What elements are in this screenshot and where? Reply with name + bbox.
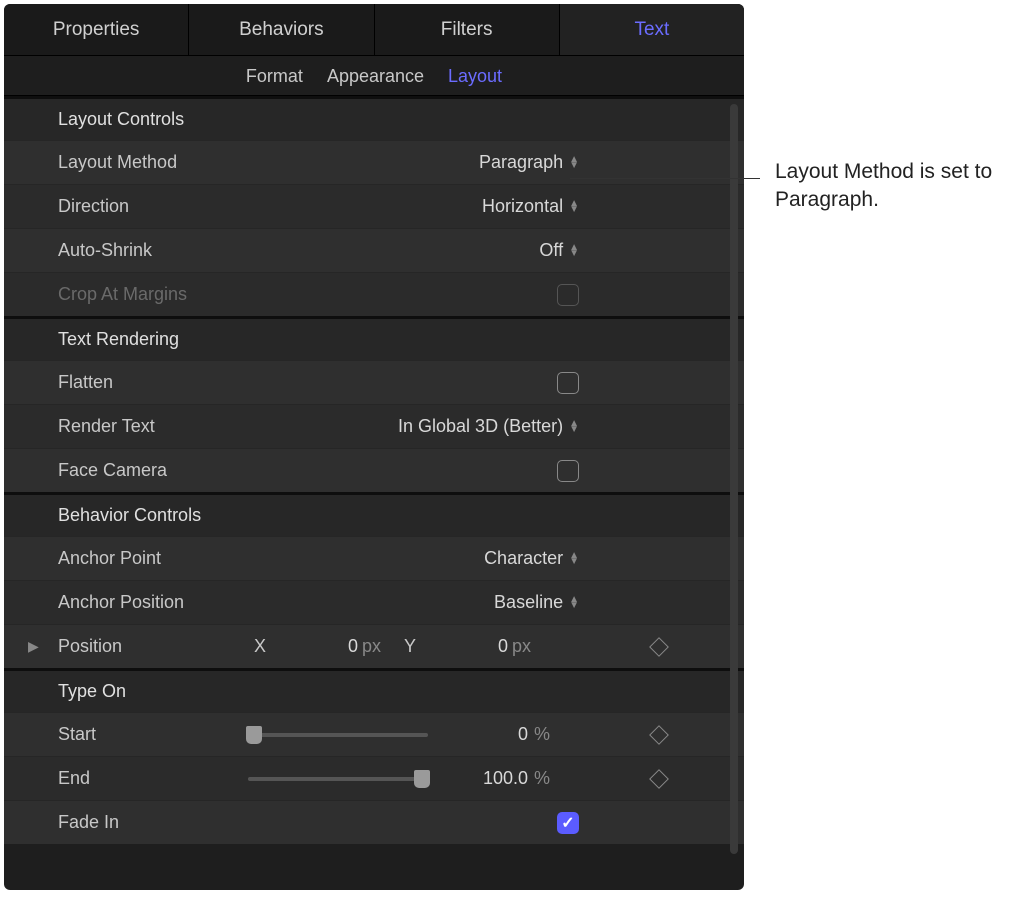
- disclosure-icon[interactable]: ▶: [28, 638, 39, 655]
- callout-line: [570, 178, 760, 179]
- fade-in-checkbox[interactable]: [557, 812, 579, 834]
- callout-text: Layout Method is set to Paragraph.: [775, 158, 1005, 215]
- updown-icon: ▲▼: [569, 597, 579, 609]
- direction-dropdown[interactable]: Horizontal ▲▼: [482, 196, 579, 217]
- face-camera-label: Face Camera: [58, 460, 248, 481]
- updown-icon: ▲▼: [569, 157, 579, 169]
- face-camera-checkbox[interactable]: [557, 460, 579, 482]
- render-text-label: Render Text: [58, 416, 248, 437]
- flatten-label: Flatten: [58, 372, 248, 393]
- y-value[interactable]: 0: [422, 636, 512, 657]
- tab-behaviors[interactable]: Behaviors: [189, 4, 374, 55]
- section-type-on: Type On: [4, 671, 744, 712]
- row-start: Start 0 %: [4, 712, 744, 756]
- keyframe-icon[interactable]: [649, 769, 669, 789]
- position-label: Position: [58, 636, 248, 657]
- row-anchor-point: Anchor Point Character ▲▼: [4, 536, 744, 580]
- anchor-point-label: Anchor Point: [58, 548, 248, 569]
- updown-icon: ▲▼: [569, 421, 579, 433]
- y-label: Y: [398, 636, 422, 657]
- flatten-checkbox[interactable]: [557, 372, 579, 394]
- row-anchor-position: Anchor Position Baseline ▲▼: [4, 580, 744, 624]
- anchor-position-dropdown[interactable]: Baseline ▲▼: [494, 592, 579, 613]
- end-label: End: [58, 768, 248, 789]
- tab-text[interactable]: Text: [560, 4, 744, 55]
- keyframe-icon[interactable]: [649, 637, 669, 657]
- anchor-point-dropdown[interactable]: Character ▲▼: [484, 548, 579, 569]
- row-fade-in: Fade In: [4, 800, 744, 844]
- slider-thumb-icon[interactable]: [414, 770, 430, 788]
- keyframe-icon[interactable]: [649, 725, 669, 745]
- scrollbar[interactable]: [730, 104, 738, 854]
- start-unit: %: [528, 724, 562, 745]
- fade-in-label: Fade In: [58, 812, 248, 833]
- crop-at-margins-checkbox[interactable]: [557, 284, 579, 306]
- crop-at-margins-label: Crop At Margins: [58, 284, 248, 305]
- updown-icon: ▲▼: [569, 201, 579, 213]
- tab-filters[interactable]: Filters: [375, 4, 560, 55]
- start-label: Start: [58, 724, 248, 745]
- updown-icon: ▲▼: [569, 245, 579, 257]
- layout-method-label: Layout Method: [58, 152, 248, 173]
- direction-value: Horizontal: [482, 196, 563, 217]
- end-value[interactable]: 100.0: [428, 768, 528, 789]
- render-text-dropdown[interactable]: In Global 3D (Better) ▲▼: [398, 416, 579, 437]
- auto-shrink-label: Auto-Shrink: [58, 240, 248, 261]
- direction-label: Direction: [58, 196, 248, 217]
- layout-method-value: Paragraph: [479, 152, 563, 173]
- subtab-layout[interactable]: Layout: [448, 56, 502, 95]
- row-direction: Direction Horizontal ▲▼: [4, 184, 744, 228]
- tab-properties[interactable]: Properties: [4, 4, 189, 55]
- section-behavior-controls: Behavior Controls: [4, 495, 744, 536]
- anchor-position-label: Anchor Position: [58, 592, 248, 613]
- row-flatten: Flatten: [4, 360, 744, 404]
- inspector-panel: Properties Behaviors Filters Text Format…: [4, 4, 744, 890]
- y-unit: px: [512, 636, 548, 657]
- end-slider[interactable]: [248, 777, 428, 781]
- x-unit: px: [362, 636, 398, 657]
- auto-shrink-dropdown[interactable]: Off ▲▼: [539, 240, 579, 261]
- sub-tabs: Format Appearance Layout: [4, 56, 744, 96]
- main-tabs: Properties Behaviors Filters Text: [4, 4, 744, 56]
- updown-icon: ▲▼: [569, 553, 579, 565]
- x-label: X: [248, 636, 272, 657]
- subtab-appearance[interactable]: Appearance: [327, 56, 424, 95]
- row-position: ▶ Position X 0 px Y 0 px: [4, 624, 744, 668]
- row-end: End 100.0 %: [4, 756, 744, 800]
- slider-thumb-icon[interactable]: [246, 726, 262, 744]
- end-unit: %: [528, 768, 562, 789]
- layout-method-dropdown[interactable]: Paragraph ▲▼: [479, 152, 579, 173]
- x-value[interactable]: 0: [272, 636, 362, 657]
- row-auto-shrink: Auto-Shrink Off ▲▼: [4, 228, 744, 272]
- anchor-position-value: Baseline: [494, 592, 563, 613]
- start-value[interactable]: 0: [428, 724, 528, 745]
- render-text-value: In Global 3D (Better): [398, 416, 563, 437]
- anchor-point-value: Character: [484, 548, 563, 569]
- section-text-rendering: Text Rendering: [4, 319, 744, 360]
- row-face-camera: Face Camera: [4, 448, 744, 492]
- scroll-area: Layout Controls Layout Method Paragraph …: [4, 96, 744, 890]
- auto-shrink-value: Off: [539, 240, 563, 261]
- row-render-text: Render Text In Global 3D (Better) ▲▼: [4, 404, 744, 448]
- start-slider[interactable]: [248, 733, 428, 737]
- section-layout-controls: Layout Controls: [4, 99, 744, 140]
- row-crop-at-margins: Crop At Margins: [4, 272, 744, 316]
- subtab-format[interactable]: Format: [246, 56, 303, 95]
